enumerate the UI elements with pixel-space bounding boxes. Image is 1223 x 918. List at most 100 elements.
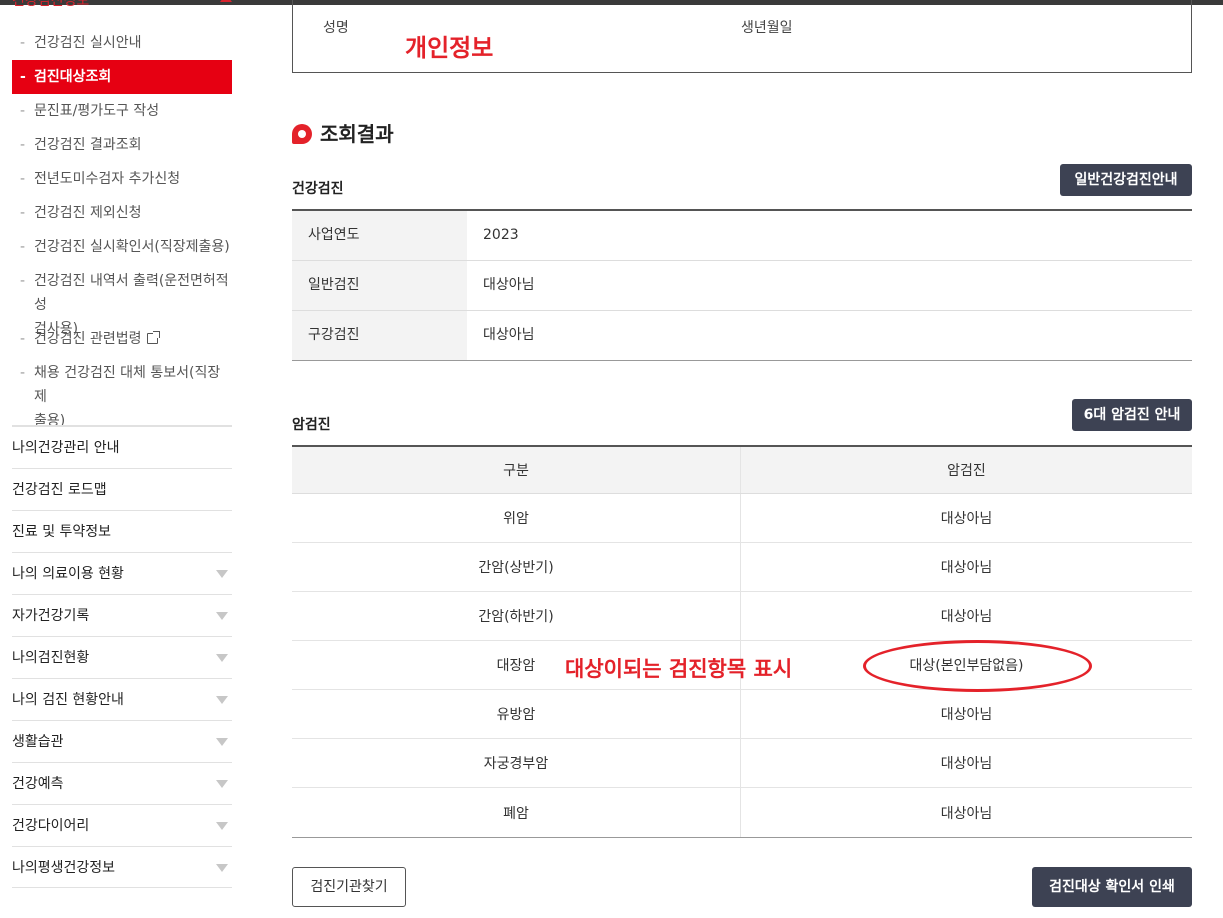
sidebar-item[interactable]: 건강검진 로드맵 [12, 468, 232, 510]
dash-icon: - [20, 239, 26, 255]
print-confirmation-button[interactable]: 검진대상 확인서 인쇄 [1032, 867, 1192, 907]
sidebar-sub-label: 건강검진 내역서 출력(운전면허적성 [34, 273, 229, 313]
sidebar-item[interactable]: 나의평생건강정보 [12, 846, 232, 888]
table-row: 구강검진 대상아님 [292, 311, 1192, 361]
table-cell: 대상아님 [940, 805, 993, 822]
dash-icon: - [20, 205, 26, 221]
table-cell: 폐암 [292, 788, 741, 837]
table-row: 위암 대상아님 [292, 494, 1192, 543]
find-institution-button[interactable]: 검진기관찾기 [292, 867, 406, 907]
result-title: 조회결과 [292, 118, 394, 147]
table-header-cell: 일반검진 [292, 261, 467, 310]
table-cell: 대상아님 [940, 560, 993, 576]
chevron-down-icon[interactable] [216, 612, 228, 620]
sidebar-sub-label: 건강검진 관련법령 [34, 331, 142, 347]
result-title-text: 조회결과 [320, 122, 394, 146]
sidebar-item-label: 자가건강기록 [12, 608, 90, 624]
column-header-category: 구분 [292, 447, 741, 493]
table-row: 일반검진 대상아님 [292, 261, 1192, 311]
sidebar-sub-item[interactable]: - 문진표/평가도구 작성 [12, 99, 232, 123]
sidebar-sub-item[interactable]: - 채용 건강검진 대체 통보서(직장제 출용) [12, 361, 232, 433]
personal-info-annotation: 개인정보 [405, 34, 494, 62]
sidebar-item[interactable]: 진료 및 투약정보 [12, 510, 232, 552]
table-header-cell: 사업연도 [292, 211, 467, 260]
sidebar-item[interactable]: 나의 의료이용 현황 [12, 552, 232, 594]
chevron-down-icon[interactable] [216, 822, 228, 830]
dash-icon: - [20, 69, 26, 85]
target-item-annotation: 대상이되는 검진항목 표시 [565, 657, 793, 681]
highlight-ellipse [863, 640, 1092, 692]
sidebar-sub-item[interactable]: - 건강검진 제외신청 [12, 201, 232, 225]
table-cell: 대상아님 [483, 277, 535, 293]
table-cell: 대상아님 [940, 707, 993, 723]
dash-icon: - [20, 365, 26, 381]
table-cell: 대상아님 [940, 756, 993, 772]
health-checkup-caption: 건강검진 [292, 181, 344, 197]
sidebar-item[interactable]: 건강예측 [12, 762, 232, 804]
dash-icon: - [20, 171, 26, 187]
table-cell: 대상아님 [940, 511, 993, 527]
name-label: 성명 [323, 20, 349, 36]
table-header-cell: 구강검진 [292, 311, 467, 360]
table-row: 사업연도 2023 [292, 211, 1192, 261]
birth-date-label: 생년월일 [741, 20, 793, 36]
collapse-arrow-icon[interactable] [220, 0, 232, 2]
sidebar-sub-label: 전년도미수검자 추가신청 [34, 171, 181, 187]
sidebar-item[interactable]: 나의검진현황 [12, 636, 232, 678]
sidebar-item-label: 나의평생건강정보 [12, 860, 116, 876]
column-header-cancer-checkup: 암검진 [947, 463, 986, 479]
table-header-row: 구분 암검진 [292, 447, 1192, 494]
sidebar-sub-label: 채용 건강검진 대체 통보서(직장제 [34, 365, 221, 405]
sidebar-item[interactable]: 생활습관 [12, 720, 232, 762]
sidebar-item-label: 나의건강관리 안내 [12, 440, 120, 456]
cancer-checkup-table: 구분 암검진 위암 대상아님 간암(상반기) 대상아님 간암(하반기) 대상아님… [292, 445, 1192, 838]
sidebar-item-label: 건강다이어리 [12, 818, 90, 834]
sidebar-sub-label: 건강검진 결과조회 [34, 137, 142, 153]
sidebar-sub-item[interactable]: - 건강검진 결과조회 [12, 133, 232, 157]
dash-icon: - [20, 331, 26, 347]
table-cell: 2023 [483, 227, 519, 243]
sidebar-section-label: 건강검진정보 [12, 0, 90, 9]
sidebar-item[interactable]: 자가건강기록 [12, 594, 232, 636]
table-cell: 대상아님 [940, 609, 993, 625]
chevron-down-icon[interactable] [216, 738, 228, 746]
sidebar-section-health-checkup[interactable]: 건강검진정보 [12, 0, 232, 12]
sidebar-item-label: 건강예측 [12, 776, 64, 792]
sidebar-item[interactable]: 나의 검진 현황안내 [12, 678, 232, 720]
dash-icon: - [20, 103, 26, 119]
table-cell: 자궁경부암 [292, 739, 741, 787]
sidebar-sub-item[interactable]: - 건강검진 관련법령 [12, 327, 232, 351]
sidebar-sub-label: 건강검진 제외신청 [34, 205, 142, 221]
chevron-down-icon[interactable] [216, 570, 228, 578]
dash-icon: - [20, 273, 26, 289]
sidebar-item-label: 건강검진 로드맵 [12, 482, 107, 498]
speech-bubble-icon [292, 124, 312, 144]
dash-icon: - [20, 137, 26, 153]
table-row: 간암(하반기) 대상아님 [292, 592, 1192, 641]
external-link-icon [146, 331, 160, 344]
sidebar-item[interactable]: 나의건강관리 안내 [12, 426, 232, 468]
table-cell: 위암 [292, 494, 741, 542]
chevron-down-icon[interactable] [216, 780, 228, 788]
sidebar-sub-label: 건강검진 실시확인서(직장제출용) [34, 239, 230, 255]
sidebar-item-label: 진료 및 투약정보 [12, 524, 112, 540]
table-row: 간암(상반기) 대상아님 [292, 543, 1192, 592]
dash-icon: - [20, 35, 26, 51]
cancer-checkup-guide-button[interactable]: 6대 암검진 안내 [1072, 399, 1192, 431]
sidebar-sub-item[interactable]: - 건강검진 실시확인서(직장제출용) [12, 235, 232, 259]
sidebar-sub-label: 문진표/평가도구 작성 [34, 103, 160, 119]
sidebar-sub-item-active[interactable]: - 검진대상조회 [12, 60, 232, 94]
chevron-down-icon[interactable] [216, 864, 228, 872]
chevron-down-icon[interactable] [216, 696, 228, 704]
table-row: 폐암 대상아님 [292, 788, 1192, 837]
sidebar-sub-item[interactable]: - 건강검진 실시안내 [12, 31, 232, 55]
chevron-down-icon[interactable] [216, 654, 228, 662]
table-cell: 간암(상반기) [292, 543, 741, 591]
table-cell: 유방암 [292, 690, 741, 738]
sidebar-sub-item[interactable]: - 전년도미수검자 추가신청 [12, 167, 232, 191]
health-checkup-table: 사업연도 2023 일반검진 대상아님 구강검진 대상아님 [292, 209, 1192, 361]
sidebar-item-label: 나의 의료이용 현황 [12, 566, 124, 582]
sidebar-item[interactable]: 건강다이어리 [12, 804, 232, 846]
general-checkup-guide-button[interactable]: 일반건강검진안내 [1060, 164, 1192, 196]
sidebar-sub-label: 건강검진 실시안내 [34, 35, 142, 51]
